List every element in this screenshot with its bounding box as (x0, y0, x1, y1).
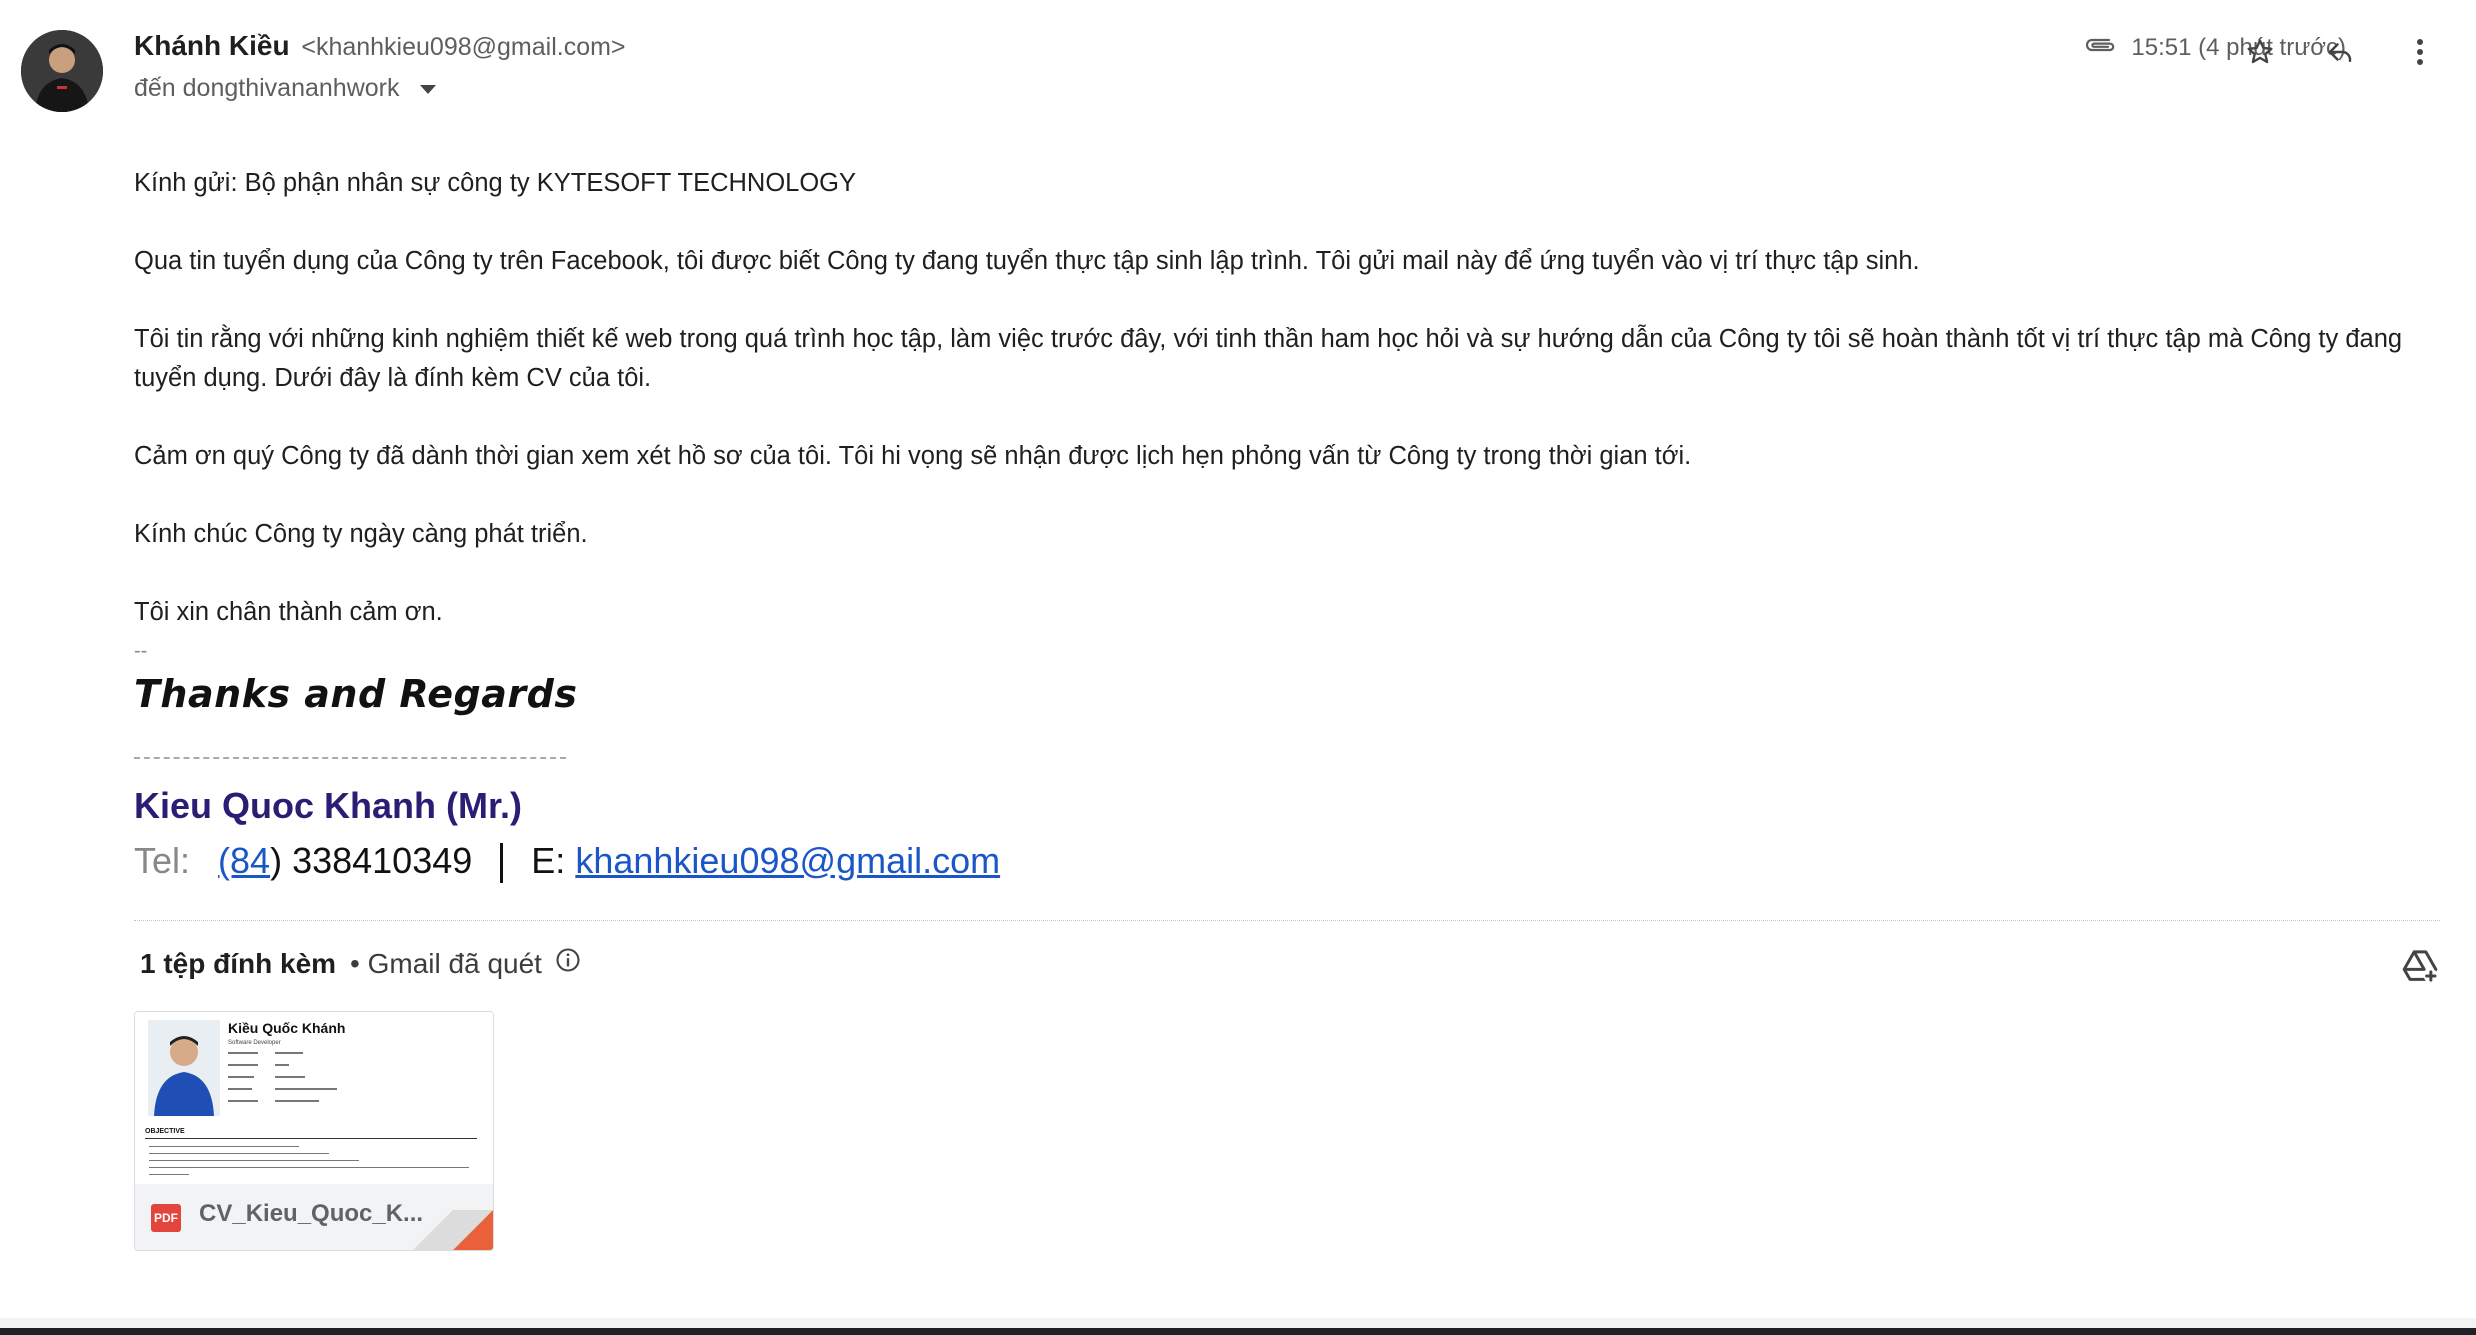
cv-text-line (149, 1153, 329, 1154)
message-body: Kính gửi: Bộ phận nhân sự công ty KYTESO… (134, 164, 2404, 632)
attachments-header: 1 tệp đính kèm • Gmail đã quét (140, 946, 582, 981)
cv-text-line (149, 1146, 299, 1147)
body-greeting: Kính gửi: Bộ phận nhân sự công ty KYTESO… (134, 169, 857, 197)
fold-corner-icon (413, 1210, 493, 1250)
star-icon (2247, 39, 2273, 64)
cv-text-line (149, 1174, 189, 1175)
reply-button[interactable] (2318, 30, 2362, 74)
body-paragraph: Qua tin tuyển dụng của Công ty trên Face… (134, 247, 1920, 275)
signature-name: Kieu Quoc Khanh (Mr.) (134, 785, 523, 826)
add-to-drive-icon (2402, 950, 2438, 983)
attachments-divider (134, 920, 2440, 921)
pdf-icon: PDF (151, 1204, 181, 1232)
signature-thanks: Thanks and Regards (134, 672, 578, 716)
more-vert-icon (2417, 39, 2423, 65)
tel-label: Tel: (134, 840, 191, 881)
cv-text-line (228, 1100, 258, 1102)
body-paragraph: Kính chúc Công ty ngày càng phát triển. (134, 520, 588, 548)
cv-text-line (275, 1076, 305, 1078)
attachment-preview: Kiều Quốc Khánh Software Developer OBJEC… (135, 1012, 493, 1184)
cv-section-title: OBJECTIVE (145, 1128, 185, 1135)
attachments-scan-status: • Gmail đã quét (350, 947, 542, 979)
add-to-drive-button[interactable] (2400, 946, 2440, 991)
info-icon[interactable] (554, 946, 582, 981)
cv-text-line (275, 1064, 289, 1066)
cv-text-line (275, 1088, 337, 1090)
sender-avatar[interactable] (21, 30, 103, 112)
cv-role: Software Developer (228, 1040, 281, 1046)
attachment-card[interactable]: Kiều Quốc Khánh Software Developer OBJEC… (134, 1011, 494, 1251)
paperclip-icon (2083, 34, 2117, 62)
cv-text-line (275, 1052, 303, 1054)
cv-title: Kiều Quốc Khánh (228, 1020, 346, 1036)
sender-line: Khánh Kiều <khanhkieu098@gmail.com> (134, 30, 626, 62)
cv-text-line (228, 1088, 252, 1090)
cv-text-line (228, 1076, 254, 1078)
cv-text-line (228, 1052, 258, 1054)
signature-contact: Tel: (84) 338410349 E: khanhkieu098@gmai… (134, 840, 1000, 884)
signature-separator: -- (134, 640, 148, 662)
signature-email-link[interactable]: khanhkieu098@gmail.com (575, 840, 1000, 881)
attachment-footer: PDF CV_Kieu_Quoc_K... (135, 1184, 493, 1250)
star-button[interactable] (2238, 30, 2282, 74)
more-options-button[interactable] (2398, 30, 2442, 74)
tel-number: ) 338410349 (270, 840, 473, 881)
recipient-dropdown-icon[interactable] (420, 84, 437, 94)
cv-photo (148, 1020, 220, 1116)
cv-text-line (228, 1064, 258, 1066)
attachments-count: 1 tệp đính kèm (140, 947, 337, 979)
recipient-line[interactable]: đến dongthivananhwork (134, 74, 437, 103)
cv-text-line (149, 1160, 359, 1161)
body-closing: Tôi xin chân thành cảm ơn. (134, 598, 443, 626)
email-label: E: (531, 840, 566, 881)
message-meta: 15:51 (4 phút trước) (2083, 34, 2346, 62)
tel-code-link[interactable]: (84 (218, 840, 270, 881)
attachment-filename: CV_Kieu_Quoc_K... (199, 1200, 424, 1227)
reply-icon (2328, 43, 2352, 62)
cv-text-line (149, 1167, 469, 1168)
contact-separator (500, 843, 504, 884)
body-paragraph: Tôi tin rằng với những kinh nghiệm thiết… (134, 325, 2403, 392)
body-paragraph: Cảm ơn quý Công ty đã dành thời gian xem… (134, 442, 1692, 470)
cv-section-rule (145, 1138, 477, 1139)
sender-email: <khanhkieu098@gmail.com> (301, 33, 626, 61)
signature-divider (134, 757, 566, 759)
cv-text-line (275, 1100, 319, 1102)
sender-name[interactable]: Khánh Kiều (134, 30, 290, 61)
taskbar-edge (0, 1328, 2476, 1335)
recipient-label: đến dongthivananhwork (134, 74, 400, 102)
